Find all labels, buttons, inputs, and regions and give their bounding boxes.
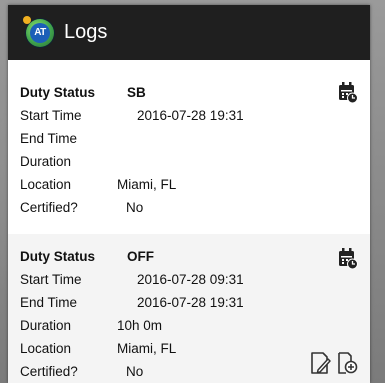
duration-label: Duration xyxy=(20,318,72,333)
end-time-label: End Time xyxy=(20,295,78,310)
duty-status-label: Duty Status xyxy=(20,85,96,100)
location-label: Location xyxy=(20,177,72,192)
start-time-value: 2016-07-28 19:31 xyxy=(137,108,244,123)
certified-value: No xyxy=(126,364,144,379)
start-time-label: Start Time xyxy=(20,108,82,123)
calendar-clock-icon[interactable] xyxy=(338,248,358,270)
start-time-label: Start Time xyxy=(20,272,82,287)
duration-value: 10h 0m xyxy=(117,318,163,333)
calendar-clock-icon[interactable] xyxy=(338,82,358,104)
location-value: Miami, FL xyxy=(117,177,177,192)
start-time-value: 2016-07-28 09:31 xyxy=(137,272,244,287)
edit-log-icon[interactable] xyxy=(309,351,331,375)
app-window: AT Logs Duty Status SB Start Time 2016-0… xyxy=(8,5,370,383)
log-entry-card[interactable]: Duty Status SB Start Time 2016-07-28 19:… xyxy=(8,60,370,235)
certified-label: Certified? xyxy=(20,364,78,379)
page-title: Logs xyxy=(64,21,108,43)
app-logo-text: AT xyxy=(30,22,50,43)
app-logo-icon[interactable]: AT xyxy=(23,15,54,47)
duty-status-label: Duty Status xyxy=(20,249,96,264)
app-header: AT Logs xyxy=(8,5,370,60)
certified-value: No xyxy=(126,200,144,215)
add-log-icon[interactable] xyxy=(336,351,358,375)
end-time-label: End Time xyxy=(20,131,78,146)
duty-status-value: SB xyxy=(127,85,146,100)
location-value: Miami, FL xyxy=(117,341,177,356)
location-label: Location xyxy=(20,341,72,356)
end-time-value: 2016-07-28 19:31 xyxy=(137,295,244,310)
duty-status-value: OFF xyxy=(127,249,154,264)
duration-label: Duration xyxy=(20,154,72,169)
log-entry-card[interactable]: Duty Status OFF Start Time 2016-07-28 09… xyxy=(8,234,370,383)
certified-label: Certified? xyxy=(20,200,78,215)
